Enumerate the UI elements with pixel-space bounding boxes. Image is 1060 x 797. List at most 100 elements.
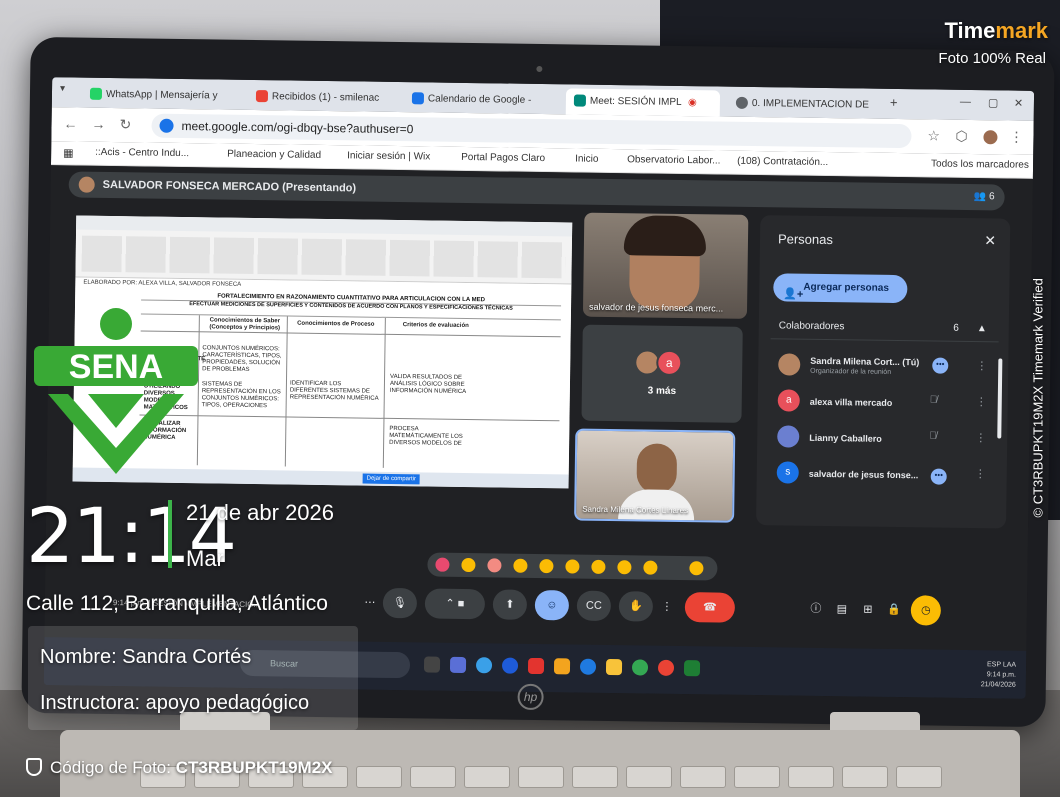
mic-icon[interactable]: 🎙 bbox=[382, 587, 418, 619]
more-options-icon[interactable]: ••• bbox=[932, 357, 949, 374]
emoji-reaction-icon[interactable]: ☺ bbox=[534, 589, 570, 621]
key bbox=[896, 766, 942, 788]
bookmark-claro[interactable]: Portal Pagos Claro bbox=[461, 152, 545, 164]
people-scrollbar[interactable] bbox=[997, 358, 1003, 439]
tray-time: 9:14 p.m. bbox=[986, 671, 1017, 679]
video-tile-salvador[interactable]: salvador de jesus fonseca merc... bbox=[582, 212, 749, 319]
url-text: meet.google.com/ogi-dbqy-bse?authuser=0 bbox=[181, 118, 414, 137]
key bbox=[842, 766, 888, 788]
extensions-icon[interactable]: ⬡ bbox=[955, 128, 967, 145]
bookmark-acis[interactable]: ::Acis - Centro Indu... bbox=[95, 147, 189, 159]
laugh-reaction-icon[interactable] bbox=[539, 559, 554, 574]
minimize-icon[interactable]: — bbox=[960, 96, 971, 108]
person-row[interactable]: a alexa villa mercado 🎙̸ ⋮ bbox=[770, 383, 998, 422]
photo-code-label: Código de Foto: bbox=[50, 758, 176, 777]
tab-whatsapp[interactable]: WhatsApp | Mensajería y bbox=[82, 82, 240, 110]
bookmark-contratacion[interactable]: (108) Contratación... bbox=[737, 156, 828, 168]
file-explorer-icon[interactable] bbox=[605, 658, 623, 676]
office-icon[interactable] bbox=[527, 657, 545, 675]
clap-reaction-icon[interactable] bbox=[513, 558, 528, 573]
site-info-icon[interactable] bbox=[159, 118, 174, 133]
chevron-up-icon[interactable]: ▲ bbox=[977, 316, 987, 342]
collaborators-section[interactable]: Colaboradores 6 ▲ bbox=[770, 313, 999, 343]
bookmark-inicio[interactable]: Inicio bbox=[575, 153, 599, 164]
new-tab-icon[interactable]: + bbox=[890, 95, 898, 110]
app-icon[interactable] bbox=[657, 659, 675, 676]
timer-icon[interactable]: ◷ bbox=[910, 595, 942, 626]
more-options-icon[interactable]: ••• bbox=[930, 468, 947, 485]
tab-gmail[interactable]: Recibidos (1) - smilenac bbox=[248, 84, 398, 112]
host-controls-icon[interactable]: 🔒 bbox=[877, 595, 911, 625]
mic-off-icon: 🎙̸ bbox=[929, 394, 938, 406]
present-screen-icon[interactable]: ⬆ bbox=[492, 589, 528, 620]
thinking-reaction-icon[interactable] bbox=[617, 560, 632, 575]
add-people-label: Agregar personas bbox=[803, 281, 890, 294]
profile-avatar[interactable] bbox=[983, 130, 998, 145]
heart-reaction-icon[interactable] bbox=[435, 557, 450, 572]
brand-suffix: mark bbox=[995, 18, 1048, 43]
browser-menu-icon[interactable]: ⋮ bbox=[1009, 129, 1023, 146]
bookmark-wix[interactable]: Iniciar sesión | Wix bbox=[347, 150, 430, 162]
logo-inner bbox=[88, 394, 144, 428]
camera-toggle-icon[interactable]: ⌃ ■ bbox=[424, 588, 486, 620]
sheet-col-3: Criterios de evaluación bbox=[402, 322, 469, 330]
participant-count[interactable]: 👥 6 bbox=[974, 191, 995, 202]
apps-grid-icon[interactable]: ▦ bbox=[63, 146, 74, 159]
surprised-reaction-icon[interactable] bbox=[565, 559, 580, 574]
shield-check-icon bbox=[26, 758, 42, 776]
skin-tone-icon[interactable] bbox=[689, 561, 704, 576]
stop-sharing-button[interactable]: Dejar de compartir bbox=[362, 473, 421, 485]
kebab-menu-icon[interactable]: ⋮ bbox=[976, 395, 987, 408]
bookmark-observatorio[interactable]: Observatorio Labor... bbox=[627, 154, 721, 166]
kebab-menu-icon[interactable]: ⋮ bbox=[975, 467, 986, 480]
person-row[interactable]: Sandra Milena Cort... (Tú) Organizador d… bbox=[770, 347, 998, 386]
party-reaction-icon[interactable] bbox=[487, 558, 502, 573]
copilot-icon[interactable] bbox=[449, 656, 467, 674]
leave-call-icon[interactable]: ☎ bbox=[684, 592, 736, 623]
add-people-button[interactable]: 👤+ Agregar personas bbox=[773, 273, 908, 304]
video-tile-more[interactable]: a 3 más bbox=[581, 324, 743, 423]
hp-support-icon[interactable] bbox=[501, 657, 519, 674]
presenter-bar: SALVADOR FONSECA MERCADO (Presentando) 👥… bbox=[68, 171, 1005, 211]
back-icon[interactable]: ← bbox=[63, 115, 77, 131]
person-row[interactable]: Lianny Caballero 🎙̸ ⋮ bbox=[769, 419, 997, 458]
bookmark-star-icon[interactable]: ☆ bbox=[927, 127, 940, 144]
thumbs-up-reaction-icon[interactable] bbox=[461, 557, 476, 573]
task-view-icon[interactable] bbox=[423, 656, 441, 673]
kebab-menu-icon[interactable]: ⋮ bbox=[976, 359, 987, 372]
system-tray[interactable]: ESP LAA 9:14 p.m. 21/04/2026 bbox=[981, 660, 1016, 690]
person-row[interactable]: s salvador de jesus fonse... ••• ⋮ bbox=[768, 455, 996, 494]
stamp-date: 21 de abr 2026 bbox=[186, 500, 335, 525]
close-window-icon[interactable]: ✕ bbox=[1014, 97, 1023, 110]
excel-icon[interactable] bbox=[683, 660, 701, 677]
tray-date: 21/04/2026 bbox=[980, 681, 1016, 689]
more-options-icon[interactable]: ⋮ bbox=[659, 592, 675, 622]
url-field[interactable]: meet.google.com/ogi-dbqy-bse?authuser=0 bbox=[151, 113, 912, 149]
hp-logo: hp bbox=[517, 683, 544, 711]
captions-icon[interactable]: CC bbox=[576, 590, 612, 622]
restore-icon[interactable]: ▢ bbox=[988, 96, 999, 109]
reload-icon[interactable]: ↻ bbox=[119, 116, 131, 133]
chrome-icon[interactable] bbox=[631, 659, 649, 676]
tab-calendar[interactable]: Calendario de Google - bbox=[404, 86, 560, 114]
bookmark-planeacion[interactable]: Planeacion y Calidad bbox=[227, 149, 321, 161]
raise-hand-icon[interactable]: ✋ bbox=[618, 591, 654, 622]
people-panel-title: Personas bbox=[777, 231, 834, 248]
bookmark-all[interactable]: Todos los marcadores bbox=[931, 158, 1029, 170]
close-icon[interactable]: ✕ bbox=[984, 232, 996, 249]
tab-drive[interactable]: 0. IMPLEMENTACION DE bbox=[728, 91, 878, 119]
browser-icon[interactable] bbox=[579, 658, 597, 675]
edge-icon[interactable] bbox=[475, 657, 493, 674]
tab-meet[interactable]: Meet: SESIÓN IMPL ◉ bbox=[565, 88, 721, 117]
store-icon[interactable] bbox=[553, 658, 571, 675]
thumbs-down-reaction-icon[interactable] bbox=[643, 560, 658, 575]
brand-prefix: Time bbox=[944, 18, 996, 43]
kebab-menu-icon[interactable]: ⋮ bbox=[975, 431, 986, 444]
sad-reaction-icon[interactable] bbox=[591, 559, 606, 574]
section-count: 6 bbox=[953, 322, 959, 334]
tab-list-icon[interactable]: ▾ bbox=[60, 83, 65, 94]
forward-icon[interactable]: → bbox=[91, 116, 105, 132]
participant-count-value: 6 bbox=[988, 191, 995, 203]
timemark-brand: Timemark bbox=[944, 18, 1048, 44]
video-tile-sandra[interactable]: Sandra Milena Cortes Linares bbox=[574, 428, 736, 523]
